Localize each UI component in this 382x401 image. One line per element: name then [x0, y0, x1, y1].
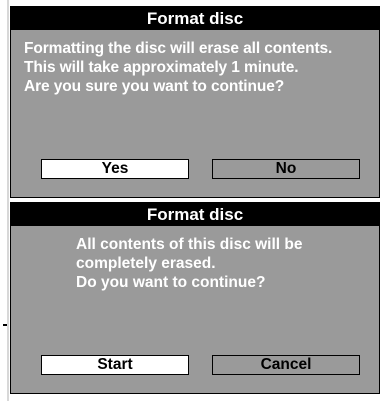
message-line: All contents of this disc will be	[76, 236, 303, 253]
message-line: This will take approximately 1 minute.	[24, 59, 299, 76]
edge-tick-mark	[3, 324, 7, 326]
start-button[interactable]: Start	[41, 355, 189, 375]
message-line: completely erased.	[76, 255, 216, 272]
message-line: Formatting the disc will erase all conte…	[24, 40, 333, 57]
format-disc-dialog-erase: Format disc All contents of this disc wi…	[10, 202, 380, 394]
dialog-message: All contents of this disc will be comple…	[76, 235, 376, 292]
dialog-title: Format disc	[11, 7, 379, 30]
format-disc-dialog-confirm: Format disc Formatting the disc will era…	[10, 6, 380, 198]
dialog-message: Formatting the disc will erase all conte…	[24, 39, 380, 96]
page-edge-line	[7, 0, 9, 401]
message-line: Do you want to continue?	[76, 274, 266, 291]
no-button[interactable]: No	[212, 159, 360, 179]
dialog-title: Format disc	[11, 203, 379, 226]
message-line: Are you sure you want to continue?	[24, 78, 285, 95]
cancel-button[interactable]: Cancel	[212, 355, 360, 375]
yes-button[interactable]: Yes	[41, 159, 189, 179]
